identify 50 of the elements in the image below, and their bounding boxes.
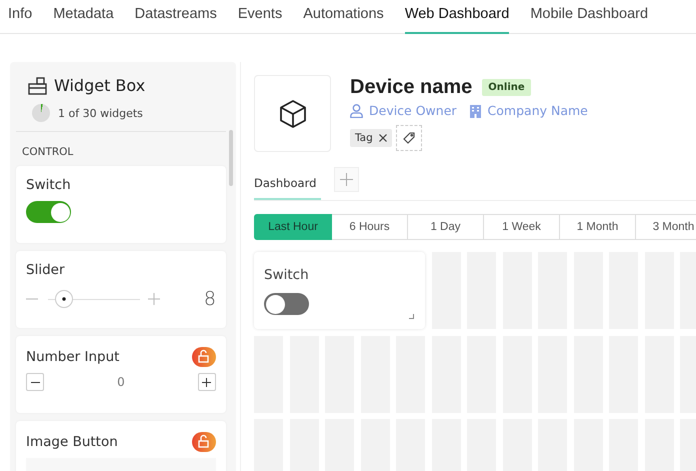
device-image-tile[interactable] xyxy=(254,75,331,152)
scrollbar[interactable] xyxy=(229,130,233,186)
widget-title: Switch xyxy=(264,267,309,283)
plus-icon xyxy=(340,172,353,186)
widget-title: Number Input xyxy=(26,349,120,365)
tab[interactable]: Datastreams xyxy=(134,0,217,34)
add-dashboard-button[interactable] xyxy=(334,166,359,192)
building-icon xyxy=(468,104,482,118)
status-badge: Online xyxy=(482,79,531,96)
tab[interactable]: Metadata xyxy=(53,0,114,34)
number-value: 0 xyxy=(117,375,125,389)
time-range-button[interactable]: 1 Month xyxy=(560,214,636,240)
resize-handle-icon[interactable] xyxy=(409,314,414,319)
dashboard-tab[interactable]: Dashboard xyxy=(254,166,321,200)
widget-card[interactable]: Slider 8 xyxy=(16,251,226,328)
tab[interactable]: Web Dashboard xyxy=(404,0,510,34)
time-range-button[interactable]: 1 Day xyxy=(408,214,484,240)
widget-count: 1 of 30 widgets xyxy=(58,106,143,120)
toggle-switch[interactable] xyxy=(26,201,71,223)
time-range-button[interactable]: 3 Month xyxy=(636,214,696,240)
widget-title: Image Button xyxy=(26,434,118,450)
widget-card[interactable]: Switch xyxy=(16,166,226,243)
tab[interactable]: Mobile Dashboard xyxy=(530,0,648,34)
decrement-button[interactable] xyxy=(26,373,44,391)
widget-title: Switch xyxy=(26,177,71,193)
tag-chip[interactable]: Tag xyxy=(350,129,392,147)
plus-icon[interactable] xyxy=(148,293,160,305)
increment-button[interactable] xyxy=(198,373,216,391)
time-range-button[interactable]: Last Hour xyxy=(254,214,332,240)
close-icon[interactable] xyxy=(378,134,387,142)
person-icon xyxy=(350,104,363,118)
widget-card[interactable]: Switch xyxy=(254,252,425,329)
add-tag-button[interactable] xyxy=(396,125,422,151)
plus-icon xyxy=(202,378,212,386)
widgets-icon xyxy=(28,76,48,94)
tab[interactable]: Info xyxy=(8,0,32,34)
toggle-switch[interactable] xyxy=(264,293,309,315)
widget-title: Slider xyxy=(26,262,64,278)
device-name: Device name xyxy=(350,76,472,99)
tab[interactable]: Automations xyxy=(303,0,384,34)
widget-card[interactable]: Number Input 0 xyxy=(16,336,226,413)
panel-title: Widget Box xyxy=(54,76,146,95)
tag-icon xyxy=(402,132,415,144)
tab[interactable]: Events xyxy=(238,0,282,34)
time-range-button[interactable]: 6 Hours xyxy=(332,214,408,240)
cube-icon xyxy=(278,98,308,128)
section-label: CONTROL xyxy=(21,145,74,160)
widget-card[interactable]: Image Button xyxy=(16,421,226,471)
time-range-button[interactable]: 1 Week xyxy=(484,214,560,240)
slider-value: 8 xyxy=(204,288,216,310)
